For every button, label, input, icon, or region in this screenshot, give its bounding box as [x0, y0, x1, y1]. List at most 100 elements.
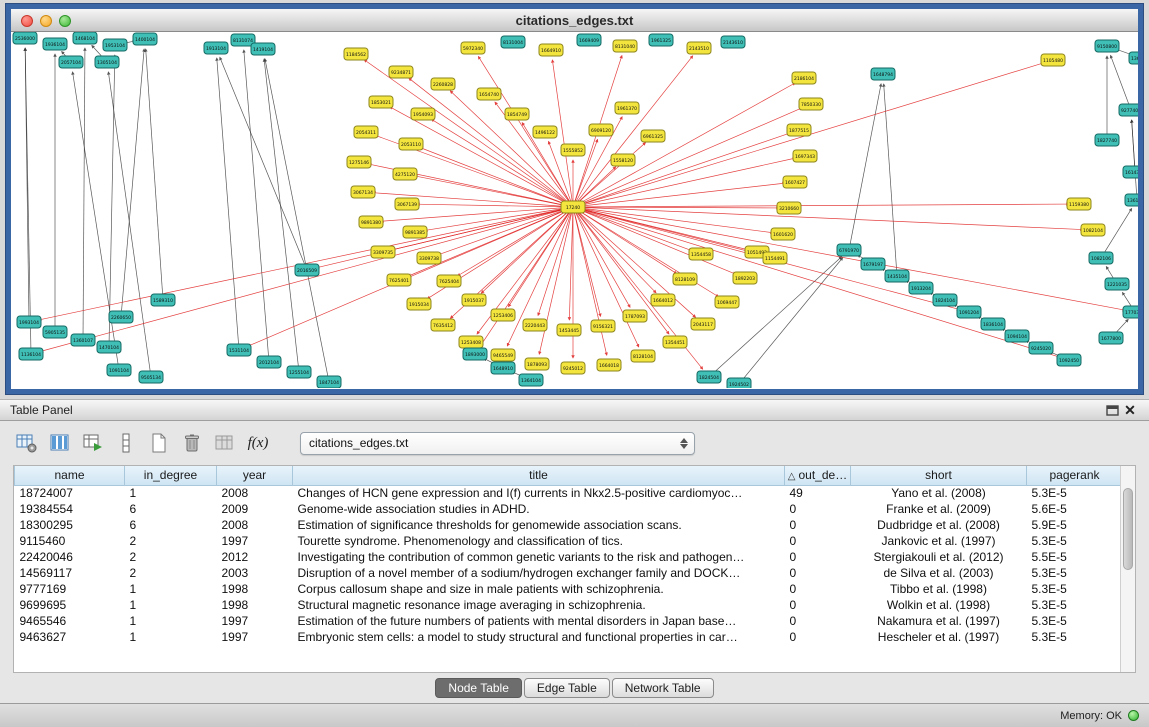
graph-node[interactable]: 2536000 — [13, 32, 37, 44]
graph-node[interactable]: 1824104 — [933, 294, 957, 306]
graph-node[interactable]: 1993104 — [17, 316, 41, 328]
citation-edge-red[interactable] — [573, 108, 802, 207]
graph-node[interactable]: 1770305 — [1123, 306, 1138, 318]
graph-node[interactable]: 1664910 — [539, 44, 563, 56]
citation-edge-red[interactable] — [317, 207, 573, 268]
minimize-window-button[interactable] — [40, 15, 52, 27]
citation-edge-red[interactable] — [569, 207, 573, 320]
citation-edge-black[interactable] — [264, 59, 299, 372]
graph-node[interactable]: 1184562 — [344, 48, 368, 60]
graph-node[interactable]: 3309735 — [371, 246, 395, 258]
graph-node[interactable]: 1435104 — [885, 270, 909, 282]
citation-edge-black[interactable] — [244, 50, 269, 362]
graph-node[interactable]: 1091104 — [107, 364, 131, 376]
graph-node[interactable]: 9891385 — [403, 226, 427, 238]
column-header-name[interactable]: name — [15, 466, 125, 485]
table-row[interactable]: 2242004622012Investigating the contribut… — [15, 549, 1123, 565]
graph-node[interactable]: 1453445 — [557, 324, 581, 336]
tab-edge-table[interactable]: Edge Table — [524, 678, 610, 698]
graph-node[interactable]: 1105480 — [1041, 54, 1065, 66]
graph-node[interactable]: 1419104 — [251, 43, 275, 55]
citation-edge-black[interactable] — [1132, 120, 1137, 200]
graph-node[interactable]: 9891380 — [359, 216, 383, 228]
graph-node[interactable]: 7635412 — [431, 319, 455, 331]
delete-table-icon[interactable] — [179, 430, 205, 456]
graph-node[interactable]: 1253406 — [491, 309, 515, 321]
graph-node[interactable]: 1679197 — [861, 258, 885, 270]
graph-node[interactable]: 1847104 — [317, 376, 341, 388]
graph-node[interactable]: 1400104 — [133, 33, 157, 45]
citation-edge-black[interactable] — [265, 59, 329, 382]
graph-node[interactable]: 1361024 — [1125, 194, 1138, 206]
graph-node[interactable]: 1669409 — [577, 34, 601, 46]
column-header-short[interactable]: short — [851, 466, 1027, 485]
graph-node[interactable]: 1892203 — [733, 272, 757, 284]
graph-node[interactable]: 1677800 — [1099, 332, 1123, 344]
graph-node[interactable]: 1136104 — [19, 348, 43, 360]
graph-node[interactable]: 1305104 — [95, 56, 119, 68]
citation-edge-red[interactable] — [573, 183, 785, 207]
graph-node[interactable]: 1954093 — [411, 108, 435, 120]
table-row[interactable]: 911546021997Tourette syndrome. Phenomeno… — [15, 533, 1123, 549]
graph-node[interactable]: 8128104 — [631, 350, 655, 362]
function-builder-icon[interactable]: f(x) — [245, 430, 271, 456]
citation-edge-black[interactable] — [884, 84, 897, 276]
graph-node[interactable]: 2016509 — [295, 264, 319, 276]
tab-network-table[interactable]: Network Table — [612, 678, 714, 698]
graph-node[interactable]: 1558120 — [611, 154, 635, 166]
citation-edge-red[interactable] — [573, 207, 773, 233]
graph-node[interactable]: 1836104 — [981, 318, 1005, 330]
graph-node[interactable]: 1614315 — [1123, 166, 1138, 178]
citation-edge-black[interactable] — [83, 48, 85, 340]
graph-node[interactable]: 2260650 — [109, 311, 133, 323]
citation-edge-red[interactable] — [573, 204, 1069, 207]
citation-edge-black[interactable] — [1101, 208, 1132, 258]
graph-node[interactable]: 1531104 — [227, 344, 251, 356]
graph-node[interactable]: 1253408 — [459, 336, 483, 348]
citation-edge-black[interactable] — [73, 72, 119, 370]
graph-node[interactable]: 8128109 — [673, 273, 697, 285]
graph-node[interactable]: 6961325 — [641, 130, 665, 142]
graph-node[interactable]: 1827740 — [1095, 134, 1119, 146]
graph-node[interactable]: 9277400 — [1119, 104, 1138, 116]
graph-node[interactable]: 1893000 — [463, 348, 487, 360]
graph-node[interactable]: 2186104 — [792, 72, 816, 84]
citation-edge-black[interactable] — [1111, 55, 1131, 110]
graph-node[interactable]: 8131004 — [501, 36, 525, 48]
import-table-icon[interactable] — [80, 430, 106, 456]
graph-node[interactable]: 7625401 — [387, 274, 411, 286]
graph-node[interactable]: 9505134 — [139, 371, 163, 383]
graph-node[interactable]: 1648910 — [491, 362, 515, 374]
column-header-out_de[interactable]: △out_de… — [785, 466, 851, 485]
graph-node[interactable]: 2053110 — [399, 138, 423, 150]
graph-node[interactable]: 6909120 — [589, 124, 613, 136]
network-canvas[interactable]: 1724011845629234871185302120543111275146… — [11, 32, 1138, 388]
graph-node[interactable]: 9465549 — [491, 349, 515, 361]
graph-node[interactable]: 1354458 — [689, 248, 713, 260]
citation-edge-black[interactable] — [217, 58, 239, 350]
graph-node[interactable]: 6791970 — [837, 244, 861, 256]
graph-node[interactable]: 2054311 — [354, 126, 378, 138]
graph-node[interactable]: 1470104 — [97, 341, 121, 353]
table-row[interactable]: 1938455462009Genome-wide association stu… — [15, 501, 1123, 517]
citation-edge-red[interactable] — [420, 148, 573, 207]
graph-node[interactable]: 3210660 — [777, 202, 801, 214]
graph-node[interactable]: 9234871 — [389, 66, 413, 78]
graph-node[interactable]: 1664012 — [651, 294, 675, 306]
graph-node[interactable]: 3309738 — [417, 252, 441, 264]
citation-edge-black[interactable] — [849, 84, 881, 250]
graph-node[interactable]: 1913104 — [204, 42, 228, 54]
merge-table-icon[interactable] — [212, 430, 238, 456]
citation-edge-red[interactable] — [415, 176, 573, 207]
graph-node[interactable]: 8131040 — [613, 40, 637, 52]
graph-node[interactable]: 5905135 — [43, 326, 67, 338]
graph-node[interactable]: 1961370 — [615, 102, 639, 114]
graph-node[interactable]: 1654740 — [477, 88, 501, 100]
graph-node[interactable]: 2057104 — [59, 56, 83, 68]
citation-edge-black[interactable] — [146, 49, 163, 300]
graph-node[interactable]: 3067134 — [351, 186, 375, 198]
zoom-window-button[interactable] — [59, 15, 71, 27]
graph-node[interactable]: 1275146 — [347, 156, 371, 168]
column-selector-icon[interactable] — [113, 430, 139, 456]
table-row[interactable]: 1456911722003Disruption of a novel membe… — [15, 565, 1123, 581]
